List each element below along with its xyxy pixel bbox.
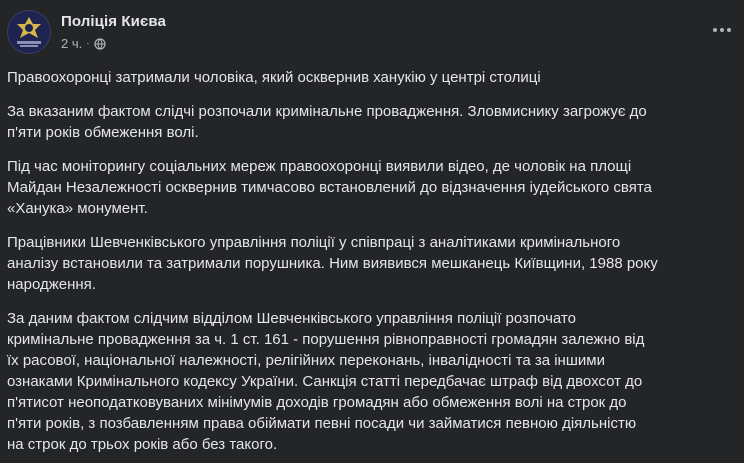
post-timestamp[interactable]: 2 ч.: [61, 36, 82, 51]
meta-separator: ·: [86, 38, 90, 49]
post-meta: 2 ч. ·: [61, 36, 106, 51]
more-dot-icon: [713, 28, 717, 32]
post-header: Поліція Києва 2 ч. ·: [7, 10, 737, 58]
post-paragraph-headline: Правоохоронці затримали чоловіка, який о…: [7, 69, 541, 86]
globe-icon[interactable]: [93, 37, 106, 50]
page-name-link[interactable]: Поліція Києва: [61, 13, 166, 30]
page-avatar[interactable]: [7, 10, 51, 54]
police-badge-icon: [8, 11, 50, 53]
post-paragraph: За даним фактом слідчим відділом Шевченк…: [7, 310, 645, 453]
more-dot-icon: [720, 28, 724, 32]
more-dot-icon: [727, 28, 731, 32]
post-paragraph: Працівники Шевченківського управління по…: [7, 234, 658, 293]
post-body: Правоохоронці затримали чоловіка, який о…: [7, 67, 729, 463]
more-options-button[interactable]: [707, 20, 737, 40]
post-paragraph: Під час моніторингу соціальних мереж пра…: [7, 158, 652, 217]
facebook-post: Поліція Києва 2 ч. · Правоохоронці затри…: [0, 0, 744, 463]
post-paragraph: За вказаним фактом слідчі розпочали крим…: [7, 103, 647, 141]
